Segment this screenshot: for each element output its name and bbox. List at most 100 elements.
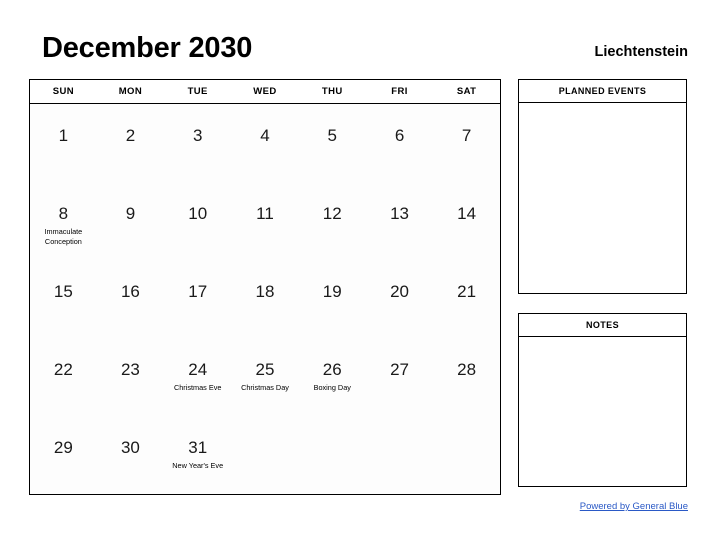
day-number: 13	[390, 204, 409, 223]
day-cell[interactable]: 28	[433, 338, 500, 416]
day-number: 23	[120, 360, 140, 379]
day-number: 7	[461, 126, 472, 145]
day-event-label	[30, 458, 97, 461]
planned-events-panel: PLANNED EVENTS	[518, 79, 687, 294]
day-event-label	[366, 380, 433, 383]
day-cell-empty	[299, 416, 366, 495]
day-event-label: Boxing Day	[313, 383, 351, 392]
weekday-header-sat: SAT	[433, 79, 501, 104]
day-cell-empty	[231, 416, 298, 495]
day-number: 19	[322, 282, 342, 301]
notes-panel: NOTES	[518, 313, 687, 487]
day-number: 17	[188, 282, 208, 301]
day-cell[interactable]: 10	[164, 182, 231, 260]
day-event-label	[97, 224, 164, 227]
weekday-header-fri: FRI	[365, 79, 434, 104]
day-event-label	[433, 302, 500, 305]
day-number: 27	[390, 360, 409, 379]
day-cell[interactable]: 16	[97, 260, 164, 338]
day-event-label	[30, 146, 97, 149]
day-event-label	[299, 302, 366, 305]
day-event-label	[231, 224, 298, 227]
day-number: 29	[53, 438, 73, 457]
day-event-label	[366, 224, 433, 227]
planned-events-body[interactable]	[519, 103, 686, 293]
day-number: 9	[125, 204, 136, 223]
day-cell-empty	[433, 416, 500, 495]
day-cell[interactable]: 11	[231, 182, 298, 260]
weekday-header-wed: WED	[231, 79, 299, 104]
day-event-label	[164, 224, 231, 227]
day-cell-empty	[366, 416, 433, 495]
day-event-label	[30, 302, 97, 305]
day-cell[interactable]: 29	[30, 416, 97, 495]
day-number: 22	[53, 360, 73, 379]
day-number: 14	[457, 204, 477, 223]
day-cell[interactable]: 27	[366, 338, 433, 416]
day-cell[interactable]: 25 Christmas Day	[231, 338, 298, 416]
day-number: 11	[256, 204, 274, 223]
day-cell[interactable]: 9	[97, 182, 164, 260]
calendar-week-row: 8 Immaculate Conception 9 10 11 12 13 14	[30, 182, 501, 260]
day-cell[interactable]: 26 Boxing Day	[299, 338, 366, 416]
day-cell[interactable]: 14	[433, 182, 500, 260]
day-cell[interactable]: 24 Christmas Eve	[164, 338, 231, 416]
day-cell[interactable]: 21	[433, 260, 500, 338]
notes-body[interactable]	[519, 337, 686, 486]
day-cell[interactable]: 30	[97, 416, 164, 495]
day-cell[interactable]: 22	[30, 338, 97, 416]
day-event-label	[366, 302, 433, 305]
day-event-label	[164, 302, 231, 305]
day-number: 1	[58, 126, 69, 145]
day-event-label	[433, 146, 500, 149]
calendar-week-row: 15 16 17 18 19 20 21	[30, 260, 501, 338]
day-event-label	[30, 380, 97, 383]
day-cell[interactable]: 15	[30, 260, 97, 338]
day-number: 18	[255, 282, 275, 301]
calendar-header-row: SUN MON TUE WED THU FRI SAT	[29, 79, 501, 104]
day-cell[interactable]: 17	[164, 260, 231, 338]
day-cell[interactable]: 31 New Year's Eve	[164, 416, 231, 495]
day-number: 31	[188, 438, 208, 457]
planned-events-title: PLANNED EVENTS	[519, 80, 686, 103]
weekday-header-tue: TUE	[164, 79, 232, 104]
day-cell[interactable]: 13	[366, 182, 433, 260]
day-cell[interactable]: 18	[231, 260, 298, 338]
day-cell[interactable]: 1	[30, 104, 97, 183]
day-number: 16	[120, 282, 140, 301]
day-event-label	[97, 146, 164, 149]
calendar-page: December 2030 Liechtenstein SUN MON TUE …	[0, 0, 712, 550]
day-cell[interactable]: 12	[299, 182, 366, 260]
day-cell[interactable]: 19	[299, 260, 366, 338]
day-cell[interactable]: 2	[97, 104, 164, 183]
day-number: 10	[188, 204, 208, 223]
powered-by-link[interactable]: Powered by General Blue	[580, 501, 688, 512]
calendar-week-row: 22 23 24 Christmas Eve 25 Christmas Day …	[30, 338, 501, 416]
page-header: December 2030 Liechtenstein	[0, 30, 712, 70]
day-cell[interactable]: 7	[433, 104, 500, 183]
day-number: 20	[390, 282, 409, 301]
day-number: 4	[260, 126, 270, 145]
calendar-grid: SUN MON TUE WED THU FRI SAT 1 2 3 4 5 6 …	[29, 79, 501, 495]
day-cell[interactable]: 4	[231, 104, 298, 183]
day-event-label	[299, 146, 366, 149]
day-event-label	[97, 380, 164, 383]
day-number: 25	[255, 360, 275, 379]
day-event-label	[231, 302, 298, 305]
day-number: 15	[53, 282, 73, 301]
day-event-label	[97, 302, 164, 305]
day-cell[interactable]: 23	[97, 338, 164, 416]
day-cell[interactable]: 8 Immaculate Conception	[30, 182, 97, 260]
day-number: 28	[457, 360, 477, 379]
day-cell[interactable]: 20	[366, 260, 433, 338]
day-cell[interactable]: 6	[366, 104, 433, 183]
day-event-label: Christmas Day	[241, 383, 289, 392]
day-event-label	[231, 146, 298, 149]
day-cell[interactable]: 3	[164, 104, 231, 183]
day-cell[interactable]: 5	[299, 104, 366, 183]
calendar-week-row: 1 2 3 4 5 6 7	[30, 104, 501, 183]
day-number: 30	[120, 438, 140, 457]
day-number: 12	[322, 204, 342, 223]
day-number: 8	[58, 204, 69, 223]
day-event-label: Immaculate Conception	[44, 227, 83, 246]
